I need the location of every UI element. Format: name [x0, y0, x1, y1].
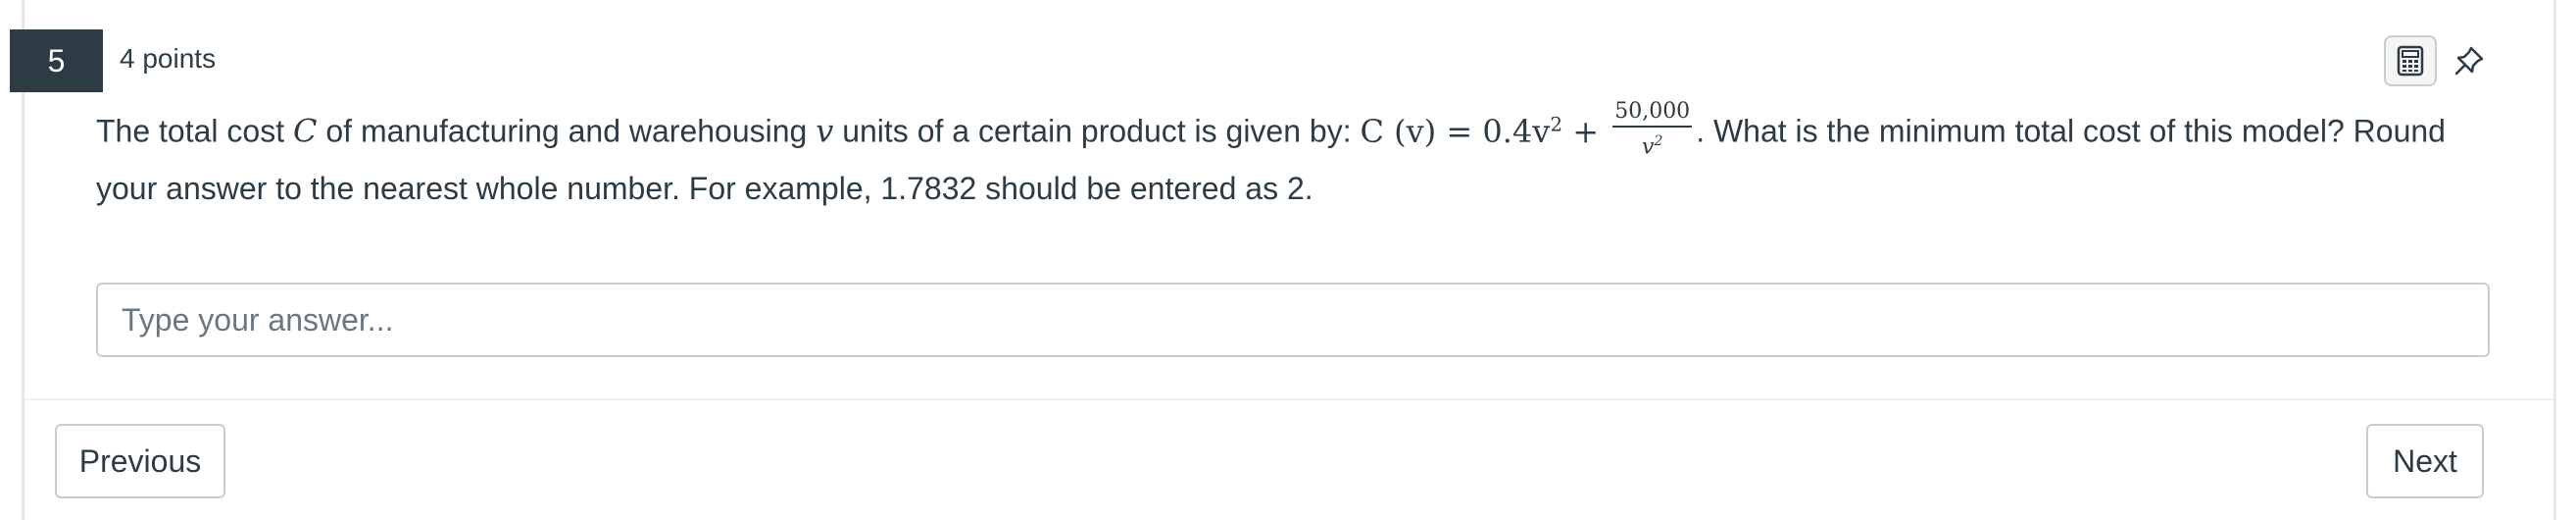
pin-button[interactable]	[2443, 35, 2496, 86]
fraction-numerator: 50,000	[1612, 100, 1693, 128]
formula: C (v) = 0.4v2 + 50,000 v2	[1360, 100, 1696, 159]
calculator-icon	[2397, 45, 2424, 77]
variable-c: C	[292, 112, 318, 150]
question-text-part2: of manufacturing and warehousing	[317, 113, 817, 149]
question-number-badge: 5	[10, 29, 103, 92]
pin-icon	[2454, 46, 2484, 76]
formula-lhs: C (v) = 0.4v	[1360, 112, 1551, 150]
variable-v: v	[816, 112, 834, 150]
fraction-denominator-exp: 2	[1654, 133, 1663, 149]
fraction-denominator-var: v	[1642, 134, 1655, 160]
previous-button[interactable]: Previous	[55, 424, 225, 498]
answer-input[interactable]	[96, 283, 2490, 357]
formula-plus: +	[1562, 112, 1610, 150]
calculator-button[interactable]	[2384, 35, 2437, 86]
footer-divider	[25, 398, 2553, 400]
next-button[interactable]: Next	[2366, 424, 2484, 498]
question-text: The total cost C of manufacturing and wa…	[96, 98, 2507, 215]
question-text-part1: The total cost	[96, 113, 293, 149]
formula-exponent: 2	[1550, 112, 1563, 135]
question-text-part3: units of a certain product is given by:	[833, 113, 1361, 149]
question-points: 4 points	[120, 43, 217, 74]
formula-fraction: 50,000 v2	[1612, 100, 1693, 159]
fraction-denominator: v2	[1642, 128, 1662, 159]
page-border-right	[2553, 0, 2556, 520]
